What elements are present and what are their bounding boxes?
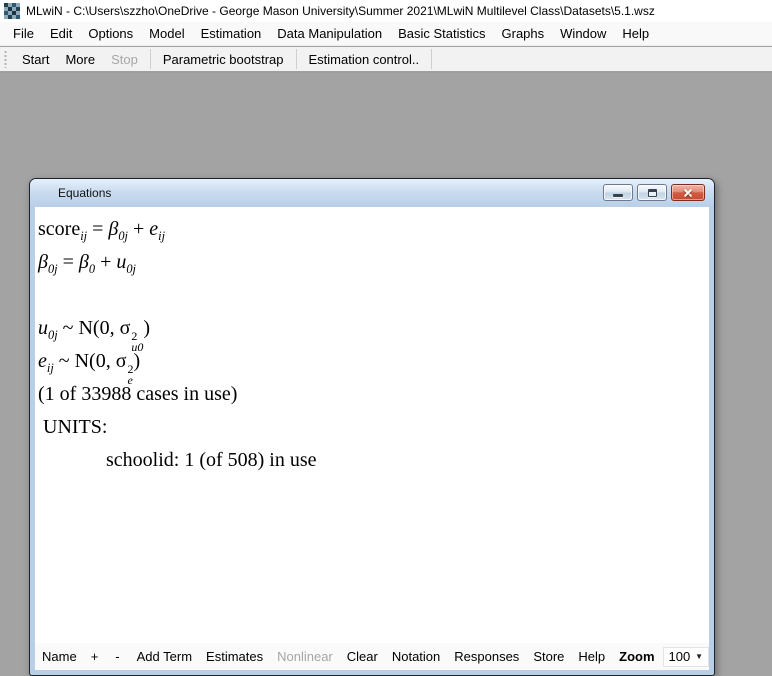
dropdown-arrow-icon: ▼ — [695, 652, 703, 661]
parametric-bootstrap-button[interactable]: Parametric bootstrap — [155, 49, 292, 70]
eq-paren: ) — [134, 350, 141, 372]
eq-subscript: 0j — [48, 328, 58, 342]
eq-operator: + — [128, 218, 149, 240]
mlwin-logo-icon — [4, 3, 20, 19]
menubar: File Edit Options Model Estimation Data … — [0, 22, 772, 46]
toolbar-separator — [431, 49, 432, 69]
equations-window-title: Equations — [58, 186, 111, 200]
zoom-level-value: 100 — [669, 649, 691, 664]
eq-subscript: ij — [47, 361, 54, 375]
eq-term: u — [38, 317, 48, 339]
units-label-line: UNITS: — [38, 412, 709, 445]
eq-operator: = — [58, 251, 79, 273]
menu-graphs[interactable]: Graphs — [494, 23, 553, 44]
eq-term: score — [38, 218, 80, 240]
equations-content: scoreij = β0j + eij β0j = β0 + u0j u0j ~… — [35, 207, 709, 643]
equations-window-titlebar[interactable]: Equations — [30, 179, 714, 207]
notation-button[interactable]: Notation — [392, 646, 440, 667]
equation-u-distribution-line[interactable]: u0j ~ N(0, σ2u0) — [38, 313, 709, 346]
estimation-control-button[interactable]: Estimation control.. — [301, 49, 428, 70]
toolbar-separator — [296, 49, 297, 69]
start-button[interactable]: Start — [14, 49, 57, 70]
eq-term: β — [108, 218, 118, 240]
menu-edit[interactable]: Edit — [42, 23, 80, 44]
more-button[interactable]: More — [57, 49, 103, 70]
eq-term: u — [116, 251, 126, 273]
help-button[interactable]: Help — [578, 646, 605, 667]
eq-subscript: 0j — [118, 229, 128, 243]
equations-window: Equations scoreij = β0j + eij β0j = β0 +… — [29, 178, 715, 676]
app-title: MLwiN - C:\Users\szzho\OneDrive - George… — [26, 4, 655, 18]
app-titlebar: MLwiN - C:\Users\szzho\OneDrive - George… — [0, 0, 772, 22]
eq-operator: ~ N(0, — [58, 317, 120, 339]
eq-term: e — [149, 218, 158, 240]
cases-text: (1 of 33988 cases in use) — [38, 383, 237, 405]
eq-subscript: ij — [158, 229, 165, 243]
menu-window[interactable]: Window — [552, 23, 614, 44]
nonlinear-button[interactable]: Nonlinear — [277, 646, 333, 667]
menu-model[interactable]: Model — [141, 23, 192, 44]
restore-button[interactable] — [637, 184, 667, 201]
menu-help[interactable]: Help — [614, 23, 657, 44]
estimates-button[interactable]: Estimates — [206, 646, 263, 667]
eq-subscript: 0j — [126, 262, 136, 276]
window-controls — [603, 184, 705, 201]
mdi-client-area: Equations scoreij = β0j + eij β0j = β0 +… — [0, 75, 772, 646]
clear-button[interactable]: Clear — [347, 646, 378, 667]
stop-button[interactable]: Stop — [103, 49, 146, 70]
minus-button[interactable]: - — [115, 646, 119, 667]
close-button[interactable] — [671, 184, 705, 201]
equation-blank-line — [38, 280, 709, 313]
eq-subscript: 0j — [48, 262, 58, 276]
units-detail-line: schoolid: 1 (of 508) in use — [38, 445, 709, 478]
name-button[interactable]: Name — [42, 646, 77, 667]
minimize-icon — [613, 194, 623, 197]
menu-estimation[interactable]: Estimation — [193, 23, 270, 44]
minimize-button[interactable] — [603, 184, 633, 201]
eq-term: β — [79, 251, 89, 273]
eq-operator: + — [95, 251, 116, 273]
add-term-button[interactable]: Add Term — [137, 646, 192, 667]
menu-file[interactable]: File — [5, 23, 42, 44]
toolbar-grip-icon[interactable] — [4, 50, 7, 68]
eq-operator: = — [87, 218, 108, 240]
zoom-label: Zoom — [619, 646, 654, 667]
plus-button[interactable]: + — [91, 646, 99, 667]
units-label: UNITS: — [43, 416, 107, 438]
store-button[interactable]: Store — [533, 646, 564, 667]
menu-data-manipulation[interactable]: Data Manipulation — [269, 23, 390, 44]
eq-term: β — [38, 251, 48, 273]
menu-basic-statistics[interactable]: Basic Statistics — [390, 23, 493, 44]
equation-e-distribution-line[interactable]: eij ~ N(0, σ2e) — [38, 346, 709, 379]
equations-bottom-toolbar: Name + - Add Term Estimates Nonlinear Cl… — [35, 643, 709, 670]
close-icon — [682, 188, 694, 198]
responses-button[interactable]: Responses — [454, 646, 519, 667]
eq-term: e — [38, 350, 47, 372]
cases-in-use-line: (1 of 33988 cases in use) — [38, 379, 709, 412]
eq-sigma: σ — [116, 350, 127, 372]
menu-options[interactable]: Options — [80, 23, 141, 44]
eq-sigma: σ — [120, 317, 131, 339]
schoolid-units-text: schoolid: 1 (of 508) in use — [106, 449, 317, 471]
equation-response-line[interactable]: scoreij = β0j + eij — [38, 214, 709, 247]
toolbar-separator — [150, 49, 151, 69]
equation-intercept-line[interactable]: β0j = β0 + u0j — [38, 247, 709, 280]
zoom-level-select[interactable]: 100 ▼ — [663, 647, 709, 667]
eq-paren: ) — [143, 317, 150, 339]
restore-icon — [648, 189, 657, 197]
eq-operator: ~ N(0, — [54, 350, 116, 372]
estimation-toolbar: Start More Stop Parametric bootstrap Est… — [0, 47, 772, 73]
